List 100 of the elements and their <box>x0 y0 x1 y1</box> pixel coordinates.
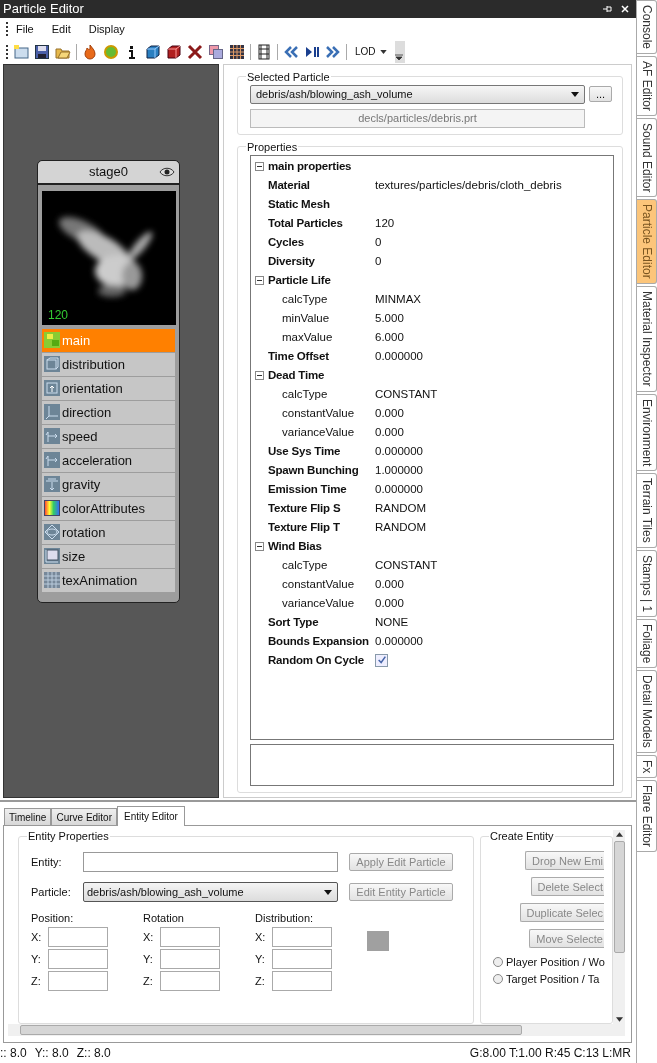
stage-item[interactable]: gravity <box>42 472 175 496</box>
delete-icon[interactable] <box>187 43 203 60</box>
menu-item[interactable]: Edit <box>51 22 71 35</box>
checkbox[interactable] <box>375 653 388 667</box>
property-value[interactable]: 0 <box>375 236 382 249</box>
cube-icon[interactable] <box>166 43 182 60</box>
property-value[interactable]: 1.000000 <box>375 464 423 477</box>
save-icon[interactable] <box>34 43 50 60</box>
property-label: Cycles <box>268 236 305 249</box>
collapse-icon[interactable] <box>255 541 264 551</box>
overflow-icon <box>394 52 403 61</box>
stage-item[interactable]: distribution <box>42 352 175 376</box>
vertical-scrollbar[interactable] <box>613 830 625 1025</box>
property-value[interactable]: MINMAX <box>375 293 421 306</box>
side-tab[interactable]: Environment <box>637 393 657 471</box>
property-value[interactable]: 0.000 <box>375 407 404 420</box>
side-tab[interactable]: Fx <box>637 754 657 779</box>
side-tab[interactable]: Terrain Tiles <box>637 472 657 548</box>
property-value[interactable]: RANDOM <box>375 521 427 534</box>
number-field[interactable] <box>272 949 332 970</box>
number-field[interactable] <box>272 927 332 948</box>
orientation-icon <box>44 380 60 397</box>
property-label: calcType <box>281 293 329 306</box>
side-tab[interactable]: Detail Models <box>637 670 657 753</box>
side-tab[interactable]: Console <box>637 0 657 55</box>
property-value[interactable]: CONSTANT <box>375 559 438 572</box>
side-tab[interactable]: Flare Editor <box>637 780 657 853</box>
collapse-icon[interactable] <box>255 370 264 380</box>
number-field[interactable] <box>272 971 332 992</box>
property-value[interactable]: NONE <box>375 616 409 629</box>
stage-item[interactable]: direction <box>42 400 175 424</box>
property-value[interactable]: CONSTANT <box>375 388 438 401</box>
number-field[interactable] <box>48 949 108 970</box>
side-tab[interactable]: AF Editor <box>637 56 657 117</box>
color-swatch[interactable] <box>367 931 389 952</box>
stage-item[interactable]: colorAttributes <box>42 496 175 520</box>
close-icon[interactable] <box>620 3 630 14</box>
fast-forward-icon[interactable] <box>325 43 341 60</box>
side-tab[interactable]: Material Inspector <box>637 286 657 392</box>
lod-dropdown[interactable]: LOD <box>352 46 390 58</box>
menu-item[interactable]: Display <box>88 22 125 35</box>
property-value[interactable]: 5.000 <box>375 312 404 325</box>
property-label: varianceValue <box>281 597 356 610</box>
stage-item[interactable]: size <box>42 544 175 568</box>
menu-item[interactable]: File <box>16 22 34 35</box>
fire-icon[interactable] <box>82 43 98 60</box>
side-tab[interactable]: Sound Editor <box>637 118 657 198</box>
layers-icon[interactable] <box>208 43 224 60</box>
gradient-icon <box>44 500 60 517</box>
property-value[interactable]: 0 <box>375 255 382 268</box>
group-title: Selected Particle <box>246 70 331 83</box>
number-field[interactable] <box>160 971 220 992</box>
rewind-icon[interactable] <box>283 43 299 60</box>
property-value[interactable]: 120 <box>375 217 395 230</box>
cube-icon[interactable] <box>145 43 161 60</box>
side-tab[interactable]: Foliage <box>637 618 657 669</box>
tab[interactable]: Timeline <box>4 808 52 826</box>
particle-dropdown[interactable]: debris/ash/blowing_ash_volume <box>83 882 338 903</box>
property-value[interactable]: 0.000000 <box>375 635 423 648</box>
tab[interactable]: Curve Editor <box>51 808 117 826</box>
toolbar-overflow-button[interactable] <box>394 40 405 63</box>
property-value[interactable]: textures/particles/debris/cloth_debris <box>375 179 562 192</box>
property-value[interactable]: RANDOM <box>375 502 427 515</box>
side-tab[interactable]: Stamps | 1 <box>637 549 657 617</box>
new-file-icon[interactable] <box>13 43 29 60</box>
stage-item[interactable]: speed <box>42 424 175 448</box>
browse-button[interactable]: ... <box>589 86 612 103</box>
scroll-up-icon[interactable] <box>615 832 623 838</box>
stage-item[interactable]: rotation <box>42 520 175 544</box>
property-value[interactable]: 6.000 <box>375 331 404 344</box>
collapse-icon[interactable] <box>255 275 264 285</box>
grid-icon[interactable] <box>229 43 245 60</box>
property-label: maxValue <box>281 331 334 344</box>
stage-item[interactable]: acceleration <box>42 448 175 472</box>
number-field[interactable] <box>48 971 108 992</box>
number-field[interactable] <box>160 927 220 948</box>
pin-icon[interactable] <box>602 3 612 14</box>
radio-button[interactable] <box>493 974 503 985</box>
property-value[interactable]: 0.000 <box>375 426 404 439</box>
stage-item[interactable]: orientation <box>42 376 175 400</box>
particle-dropdown[interactable]: debris/ash/blowing_ash_volume <box>250 84 585 104</box>
radio-button[interactable] <box>493 957 503 968</box>
property-value[interactable]: 0.000 <box>375 597 404 610</box>
stage-item[interactable]: texAnimation <box>42 568 175 592</box>
status-text: G:8.00 T:1.00 R:45 C:13 L:MR <box>469 1046 631 1061</box>
number-field[interactable] <box>48 927 108 948</box>
tab[interactable]: Entity Editor <box>117 806 185 827</box>
horizontal-scrollbar[interactable] <box>8 1024 625 1037</box>
property-value[interactable]: 0.000 <box>375 578 404 591</box>
eye-icon[interactable] <box>159 166 175 177</box>
status-text: Z:: 8.0 <box>76 1046 111 1061</box>
caret-icon <box>324 889 332 895</box>
entity-field[interactable] <box>83 852 338 873</box>
property-value[interactable]: 0.000000 <box>375 350 423 363</box>
film-icon[interactable] <box>256 43 272 60</box>
property-value[interactable]: 0.000000 <box>375 445 423 458</box>
side-tab[interactable]: Particle Editor <box>637 199 657 285</box>
number-field[interactable] <box>160 949 220 970</box>
property-value[interactable]: 0.000000 <box>375 483 423 496</box>
collapse-icon[interactable] <box>255 161 264 171</box>
